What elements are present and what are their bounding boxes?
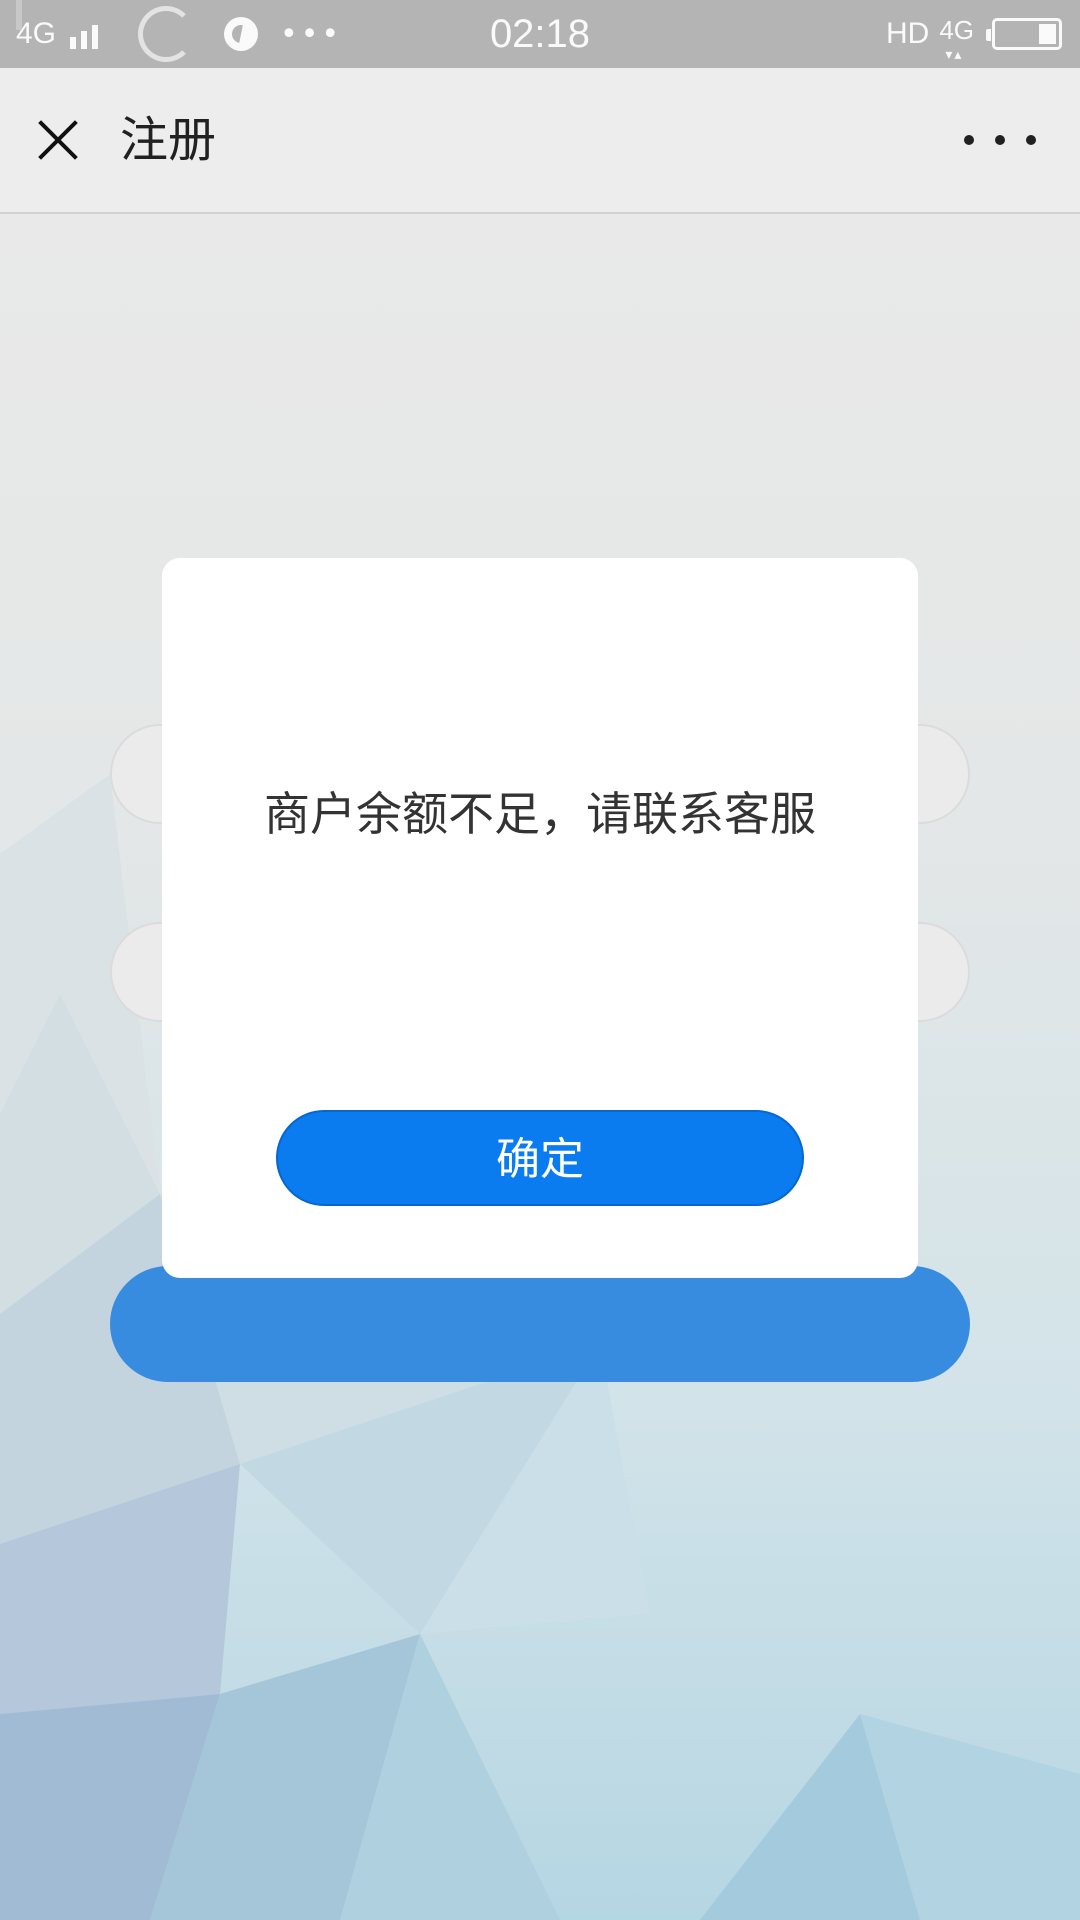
dialog-message: 商户余额不足，请联系客服 <box>264 787 816 841</box>
confirm-button[interactable]: 确定 <box>276 1110 804 1206</box>
alert-dialog: 商户余额不足，请联系客服 确定 <box>162 558 918 1278</box>
